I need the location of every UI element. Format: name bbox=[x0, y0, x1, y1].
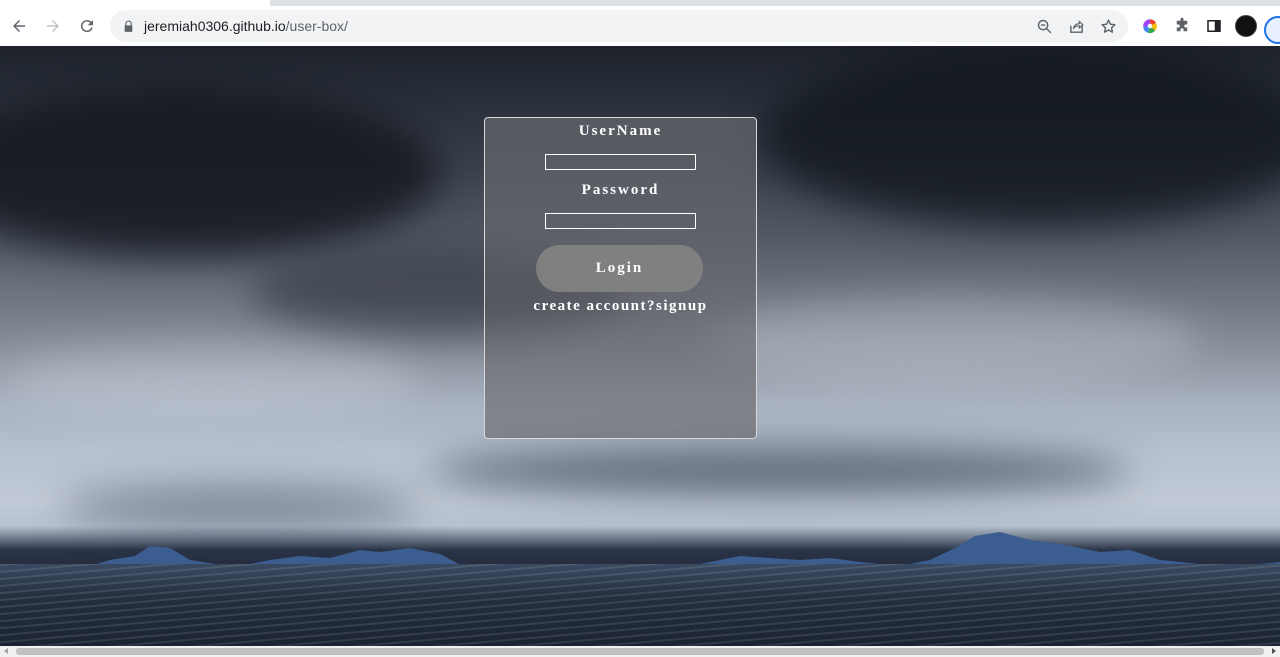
scrollbar-thumb[interactable] bbox=[16, 648, 1264, 655]
share-icon bbox=[1069, 19, 1084, 33]
address-bar[interactable]: jeremiah0306.github.io/user-box/ bbox=[110, 10, 1128, 42]
horizontal-scrollbar[interactable] bbox=[0, 646, 1280, 657]
arrow-right-icon bbox=[47, 20, 59, 32]
ocean bbox=[0, 564, 1280, 646]
zoom-out-icon bbox=[1037, 19, 1051, 33]
url-path: /user-box/ bbox=[285, 18, 348, 34]
back-button[interactable] bbox=[4, 11, 34, 41]
login-button[interactable]: Login bbox=[536, 245, 703, 292]
share-button[interactable] bbox=[1060, 10, 1092, 42]
arrow-left-icon bbox=[13, 20, 25, 32]
profile-avatar[interactable] bbox=[1235, 15, 1257, 37]
page-viewport: UserName Password Login create account?s… bbox=[0, 46, 1280, 646]
reload-button[interactable] bbox=[72, 11, 102, 41]
username-label: UserName bbox=[578, 123, 663, 139]
star-icon bbox=[1100, 18, 1116, 33]
url-text[interactable]: jeremiah0306.github.io/user-box/ bbox=[144, 18, 348, 34]
username-input[interactable] bbox=[545, 154, 696, 170]
signup-link[interactable]: create account?signup bbox=[485, 298, 756, 315]
browser-toolbar: jeremiah0306.github.io/user-box/ bbox=[0, 6, 1280, 46]
forward-button[interactable] bbox=[38, 11, 68, 41]
side-panel-icon bbox=[1207, 20, 1221, 32]
side-panel-button[interactable] bbox=[1198, 10, 1230, 42]
scroll-left-icon[interactable] bbox=[4, 648, 8, 654]
scroll-right-icon[interactable] bbox=[1272, 648, 1276, 654]
zoom-button[interactable] bbox=[1028, 10, 1060, 42]
password-label: Password bbox=[581, 182, 660, 198]
password-input[interactable] bbox=[545, 213, 696, 229]
puzzle-icon bbox=[1176, 17, 1188, 32]
bookmark-button[interactable] bbox=[1092, 10, 1124, 42]
extensions-button[interactable] bbox=[1166, 10, 1198, 42]
extensions-area bbox=[1134, 10, 1257, 42]
color-wheel-icon bbox=[1143, 19, 1157, 34]
reload-icon bbox=[80, 20, 93, 33]
url-host: jeremiah0306.github.io bbox=[144, 18, 286, 34]
browser-menu-button[interactable] bbox=[1264, 16, 1280, 44]
login-form: UserName Password Login create account?s… bbox=[484, 117, 757, 439]
lock-icon bbox=[122, 19, 136, 33]
color-picker-extension-button[interactable] bbox=[1134, 10, 1166, 42]
